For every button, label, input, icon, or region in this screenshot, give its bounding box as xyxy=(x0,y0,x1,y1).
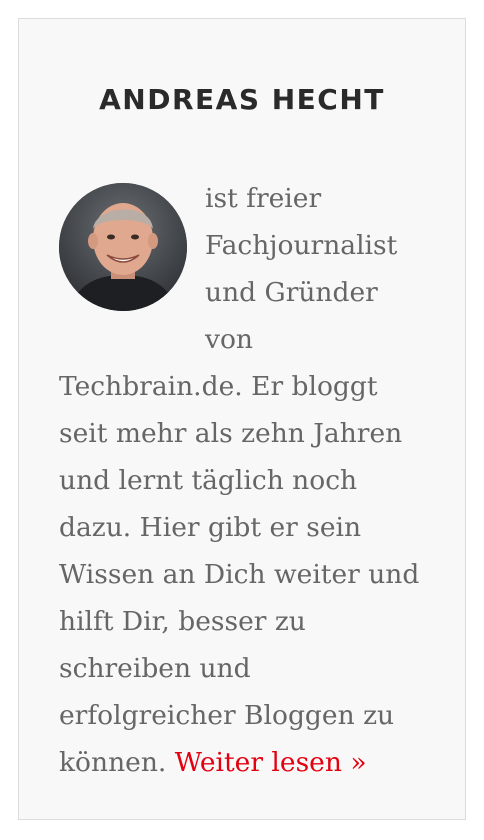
author-widget: ANDREAS HECHT ist freier Fachjournalist … xyxy=(18,18,466,820)
widget-title: ANDREAS HECHT xyxy=(99,83,385,116)
read-more-link[interactable]: Weiter lesen » xyxy=(175,747,367,778)
author-bio: ist freier Fachjournalist und Gründer vo… xyxy=(59,175,429,786)
author-avatar xyxy=(59,183,187,311)
